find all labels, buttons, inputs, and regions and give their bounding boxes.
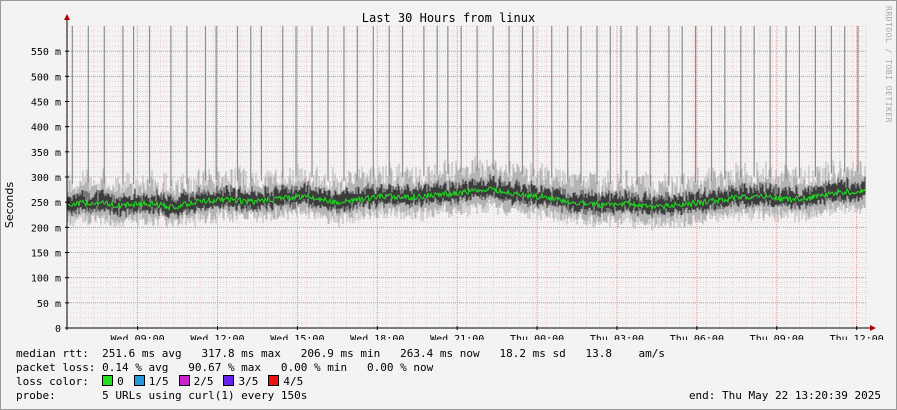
x-tick-label: Wed 21:00 <box>430 334 484 340</box>
loss-color-key: 2/5 <box>178 375 214 388</box>
loss-stats-row: packet loss: 0.14 % avg 90.67 % max 0.00… <box>16 361 433 374</box>
y-tick-label: 400 m <box>31 123 61 134</box>
y-tick-label: 250 m <box>31 198 61 209</box>
y-axis-arrow <box>64 14 70 20</box>
x-tick-label: Thu 09:00 <box>750 334 804 340</box>
probe-value: 5 URLs using curl(1) every 150s <box>102 389 308 402</box>
loss-color-key: 4/5 <box>268 375 303 388</box>
loss-color-swatch <box>223 375 235 386</box>
loss-color-swatch <box>133 375 145 386</box>
y-tick-label: 450 m <box>31 98 61 109</box>
loss-color-label: loss color: <box>16 375 89 388</box>
loss-color-key: 1/5 <box>133 375 169 388</box>
loss-color-key-label: 4/5 <box>283 375 304 388</box>
loss-color-legend: 0 1/5 2/5 3/5 4/5 <box>102 375 313 388</box>
x-tick-label: Wed 15:00 <box>270 334 324 340</box>
x-tick-label: Wed 12:00 <box>190 334 244 340</box>
y-tick-label: 150 m <box>31 249 61 260</box>
loss-color-key-label: 2/5 <box>193 375 214 388</box>
x-tick-label: Thu 03:00 <box>590 334 644 340</box>
y-tick-label: 200 m <box>31 223 61 234</box>
latency-chart: 0 50 m 100 m 150 m 200 m 250 m 300 m 350 m 400 m… <box>31 14 884 340</box>
x-tick-label: Thu 06:00 <box>670 334 724 340</box>
y-tick-label: 50 m <box>37 299 61 310</box>
loss-color-key: 0 <box>102 375 124 388</box>
probe-row: probe: 5 URLs using curl(1) every 150s <box>16 389 307 402</box>
x-tick-label: Wed 09:00 <box>110 334 164 340</box>
rtt-stats-row: median rtt: 251.6 ms avg 317.8 ms max 20… <box>16 347 665 360</box>
y-tick-label: 500 m <box>31 72 61 83</box>
loss-color-row: loss color: 0 1/5 2/5 3/5 4/5 <box>16 375 313 388</box>
end-time: end: Thu May 22 13:20:39 2025 <box>688 389 881 402</box>
y-tick-label: 0 <box>55 324 61 335</box>
y-tick-label: 350 m <box>31 148 61 159</box>
y-tick-label: 550 m <box>31 47 61 58</box>
loss-values: 0.14 % avg 90.67 % max 0.00 % min 0.00 %… <box>102 361 434 374</box>
x-tick-label: Thu 12:00 <box>830 334 884 340</box>
loss-color-swatch <box>102 375 114 386</box>
x-tick-label: Thu 00:00 <box>510 334 564 340</box>
y-tick-labels: 0 50 m 100 m 150 m 200 m 250 m 300 m 350 m 400 m… <box>31 47 61 335</box>
loss-color-key-label: 3/5 <box>238 375 259 388</box>
loss-color-key-label: 1/5 <box>148 375 169 388</box>
loss-label: packet loss: <box>16 361 96 374</box>
loss-color-key: 3/5 <box>223 375 258 388</box>
x-axis-arrow <box>870 325 876 331</box>
loss-color-key-label: 0 <box>117 375 124 388</box>
rtt-values: 251.6 ms avg 317.8 ms max 206.9 ms min 2… <box>102 347 666 360</box>
x-tick-labels: Wed 09:00 Wed 12:00 Wed 15:00 Wed 18:00 Wed … <box>110 334 883 340</box>
y-tick-label: 100 m <box>31 274 61 285</box>
loss-color-swatch <box>178 375 190 386</box>
rtt-label: median rtt: <box>16 347 89 360</box>
loss-color-swatch <box>268 375 280 386</box>
probe-label: probe: <box>16 389 56 402</box>
y-tick-label: 300 m <box>31 173 61 184</box>
x-tick-label: Wed 18:00 <box>350 334 404 340</box>
